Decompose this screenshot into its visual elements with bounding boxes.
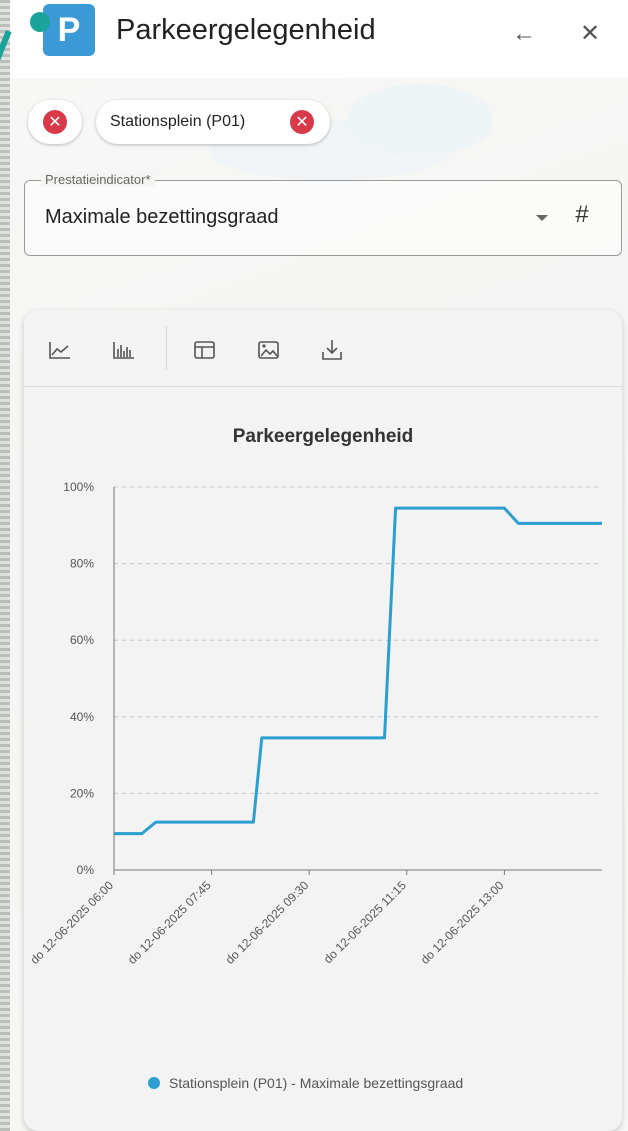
filter-chip[interactable]: Stationsplein (P01) ✕ <box>96 100 330 144</box>
map-edge <box>0 0 10 1131</box>
y-tick-label: 20% <box>70 786 94 800</box>
filter-chip-label: Stationsplein (P01) <box>110 113 246 130</box>
indicator-label: Prestatieindicator* <box>41 172 155 187</box>
back-button[interactable]: ← <box>508 18 540 50</box>
panel-title: Parkeergelegenheid <box>116 14 376 46</box>
x-tick-label: do 12-06-2025 06:00 <box>27 878 116 967</box>
dropdown-caret-icon[interactable] <box>536 215 548 221</box>
parking-icon: P <box>43 4 95 56</box>
y-tick-label: 100% <box>63 480 94 494</box>
close-button[interactable]: ✕ <box>574 18 606 50</box>
y-tick-label: 40% <box>70 710 94 724</box>
side-panel: P Parkeergelegenheid ← ✕ ✕ Stationsplein… <box>0 0 628 1131</box>
line-chart: Parkeergelegenheid 0% 20% 40% 60% 80% 100% do… <box>27 426 602 1091</box>
x-tick-label: do 12-06-2025 11:15 <box>321 878 409 966</box>
panel-header: P Parkeergelegenheid ← ✕ <box>0 0 628 135</box>
clear-all-chip[interactable]: ✕ <box>28 100 82 144</box>
remove-circle-icon[interactable]: ✕ <box>290 110 314 134</box>
x-tick-label: do 12-06-2025 13:00 <box>418 878 507 967</box>
hash-icon[interactable]: # <box>575 201 588 229</box>
x-tick-label: do 12-06-2025 07:45 <box>125 878 214 967</box>
y-tick-label: 80% <box>70 557 94 571</box>
close-icon: ✕ <box>579 20 601 47</box>
legend-label: Stationsplein (P01) - Maximale bezetting… <box>169 1075 463 1091</box>
x-tick-label: do 12-06-2025 09:30 <box>223 878 312 967</box>
remove-circle-icon[interactable]: ✕ <box>43 110 67 134</box>
chart-title: Parkeergelegenheid <box>233 426 414 447</box>
y-tick-label: 60% <box>70 633 94 647</box>
arrow-left-icon: ← <box>512 20 536 47</box>
chart-card: Parkeergelegenheid 0% 20% 40% 60% 80% 100% do… <box>24 310 622 1131</box>
map-pin-dot <box>30 12 50 32</box>
indicator-value: Maximale bezettingsgraad <box>45 206 279 228</box>
series-line <box>114 506 602 836</box>
y-tick-label: 0% <box>77 863 95 877</box>
indicator-select[interactable]: Prestatieindicator* Maximale bezettingsg… <box>24 172 622 256</box>
legend-marker <box>148 1077 160 1089</box>
